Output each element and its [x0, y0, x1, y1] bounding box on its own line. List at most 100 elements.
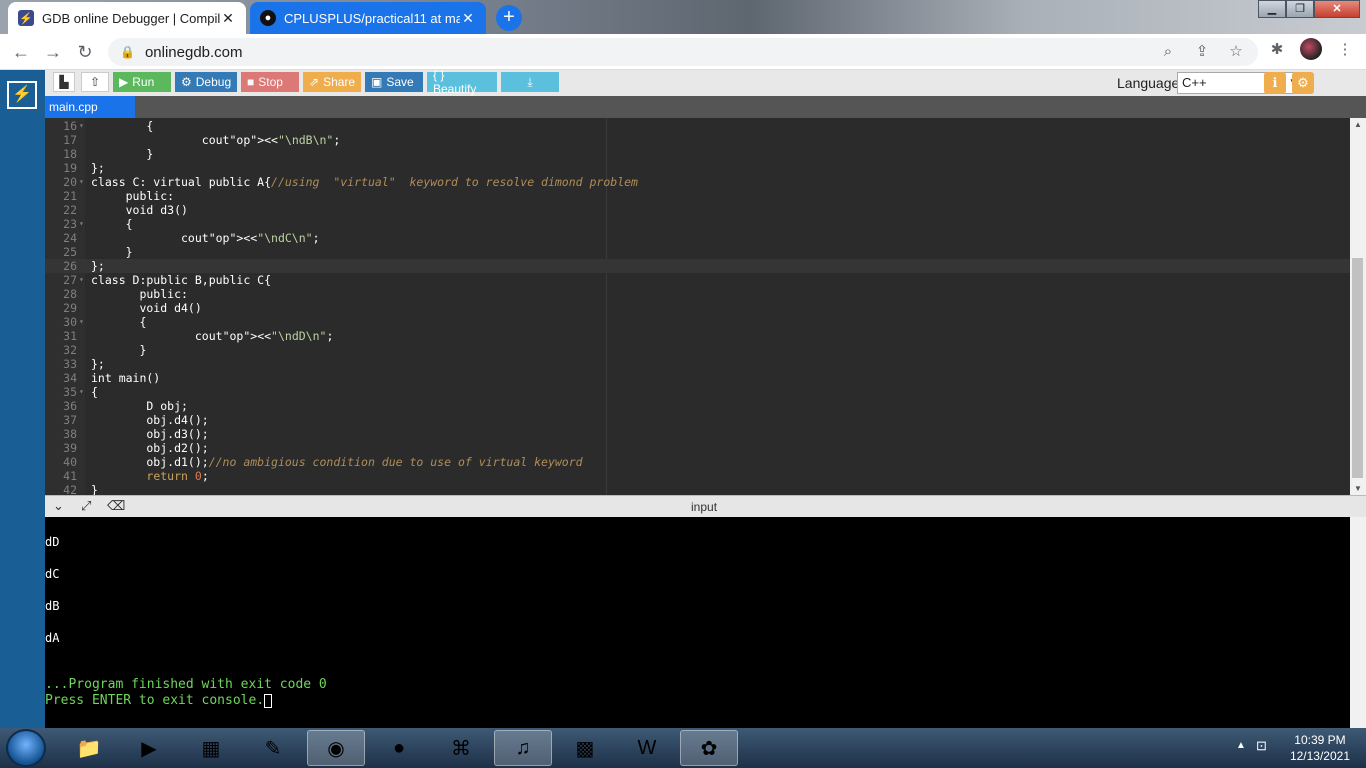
code-line[interactable]: 22 void d3()	[45, 203, 1350, 217]
debug-icon: ⚙	[181, 75, 192, 89]
extensions-puzzle-icon[interactable]: ✱	[1266, 40, 1288, 58]
run-button[interactable]: ▶ Run	[113, 72, 171, 92]
fold-arrow-icon[interactable]: ▾	[79, 175, 84, 189]
stop-button[interactable]: ■ Stop	[241, 72, 299, 92]
code-line[interactable]: 38 obj.d3();	[45, 427, 1350, 441]
profile-avatar[interactable]	[1300, 38, 1322, 60]
code-line[interactable]: 28 public:	[45, 287, 1350, 301]
maximize-button[interactable]: ❐	[1286, 0, 1314, 18]
code-line[interactable]: 25 }	[45, 245, 1350, 259]
code-line[interactable]: 24 cout"op"><<"\ndC\n";	[45, 231, 1350, 245]
code-line[interactable]: 31 cout"op"><<"\ndD\n";	[45, 329, 1350, 343]
spotify-icon[interactable]: ♫	[494, 730, 552, 766]
code-editor[interactable]: 16 ▾ {17 cout"op"><<"\ndB\n"; 18 } 19}; 20 ▾ c…	[45, 118, 1350, 495]
code-line[interactable]: 27 ▾ class D:public B,public C{	[45, 273, 1350, 287]
code-text: class D:public B,public C{	[91, 273, 272, 287]
tab-close-icon[interactable]: ✕	[460, 10, 476, 27]
new-file-icon[interactable]: ▙	[53, 72, 75, 92]
line-number: 21	[63, 189, 77, 203]
close-window-button[interactable]: ✕	[1314, 0, 1360, 18]
scroll-up-icon[interactable]: ▲	[1350, 120, 1366, 129]
expand-icon[interactable]: ⤢	[81, 498, 91, 514]
tab-close-icon[interactable]: ✕	[220, 10, 236, 27]
code-line[interactable]: 19};	[45, 161, 1350, 175]
code-line[interactable]: 21 public:	[45, 189, 1350, 203]
system-clock[interactable]: 10:39 PM 12/13/2021	[1290, 732, 1350, 764]
code-line[interactable]: 18 }	[45, 147, 1350, 161]
chrome-icon[interactable]: ◉	[307, 730, 365, 766]
line-number: 16	[63, 119, 77, 133]
codeblocks-icon[interactable]: ▦	[182, 730, 240, 766]
collapse-chevron-icon[interactable]: ⌄	[53, 498, 64, 514]
download-button[interactable]: ⤓	[501, 72, 559, 92]
code-line[interactable]: 16 ▾ {	[45, 119, 1350, 133]
start-button[interactable]	[6, 729, 46, 767]
code-line[interactable]: 33};	[45, 357, 1350, 371]
code-line[interactable]: 41 return 0;	[45, 469, 1350, 483]
line-number: 26	[63, 259, 77, 273]
word-icon[interactable]: W	[618, 730, 676, 766]
code-text: }	[91, 483, 98, 495]
fold-arrow-icon[interactable]: ▾	[79, 119, 84, 133]
fold-arrow-icon[interactable]: ▾	[79, 273, 84, 287]
share-page-icon[interactable]: ⇪	[1192, 42, 1212, 60]
code-line[interactable]: 23 ▾ {	[45, 217, 1350, 231]
beautify-button[interactable]: { } Beautify	[427, 68, 497, 96]
editor-scroll-thumb[interactable]	[1352, 258, 1363, 478]
console-output[interactable]: dD dC dB dA ...Program finished with exi…	[45, 517, 1350, 728]
code-line[interactable]: 26};	[45, 259, 1350, 273]
code-line[interactable]: 29 void d4()	[45, 301, 1350, 315]
code-line[interactable]: 37 obj.d4();	[45, 413, 1350, 427]
console-scrollbar[interactable]	[1350, 517, 1366, 728]
tray-expand-icon[interactable]: ▲	[1236, 740, 1246, 751]
code-line[interactable]: 17 cout"op"><<"\ndB\n";	[45, 133, 1350, 147]
share-button[interactable]: ⇗ Share	[303, 72, 361, 92]
paint-icon[interactable]: ✿	[680, 730, 738, 766]
code-line[interactable]: 20 ▾ class C: virtual public A{//using "vi…	[45, 175, 1350, 189]
scroll-down-icon[interactable]: ▼	[1350, 484, 1366, 493]
tab-main-cpp[interactable]: main.cpp	[45, 96, 135, 118]
save-button[interactable]: ▣ Save	[365, 72, 423, 92]
code-line[interactable]: 36 D obj;	[45, 399, 1350, 413]
code-line[interactable]: 40 obj.d1();//no ambigious condition due…	[45, 455, 1350, 469]
debug-button[interactable]: ⚙ Debug	[175, 72, 237, 92]
zoom-icon[interactable]: ⌕	[1158, 43, 1178, 60]
new-tab-button[interactable]: +	[496, 5, 522, 31]
forward-arrow-icon[interactable]: →	[42, 41, 64, 63]
code-line[interactable]: 35 ▾ {	[45, 385, 1350, 399]
fold-arrow-icon[interactable]: ▾	[79, 217, 84, 231]
sidebar-toggle-bolt-icon[interactable]: ⚡	[7, 81, 37, 109]
reload-icon[interactable]: ↻	[74, 41, 96, 63]
save-label: Save	[386, 75, 414, 89]
fold-arrow-icon[interactable]: ▾	[79, 315, 84, 329]
url-bar[interactable]: 🔒 onlinegdb.com ⌕ ⇪ ☆	[108, 38, 1258, 66]
code-line[interactable]: 32 }	[45, 343, 1350, 357]
clear-console-icon[interactable]: ⌫	[107, 498, 125, 514]
code-line[interactable]: 39 obj.d2();	[45, 441, 1350, 455]
editor-scrollbar[interactable]: ▲ ▼	[1350, 118, 1366, 495]
code-line[interactable]: 42}	[45, 483, 1350, 495]
python-icon[interactable]: ⌘	[432, 730, 490, 766]
file-explorer-icon[interactable]: 📁	[60, 730, 118, 766]
menu-dots-icon[interactable]: ⋮	[1334, 40, 1356, 58]
network-icon[interactable]: ⊡	[1256, 738, 1267, 754]
code-line[interactable]: 34 int main()	[45, 371, 1350, 385]
code-text: cout"op"><<"\ndD\n";	[91, 329, 334, 343]
line-number: 38	[63, 427, 77, 441]
media-player-icon[interactable]: ▶	[120, 730, 178, 766]
excel-icon[interactable]: ▩	[556, 730, 614, 766]
notepad-icon[interactable]: ✎	[244, 730, 302, 766]
code-line[interactable]: 30 ▾ {	[45, 315, 1350, 329]
back-arrow-icon[interactable]: ←	[10, 41, 32, 63]
input-label[interactable]: input	[691, 500, 717, 514]
bookmark-star-icon[interactable]: ☆	[1226, 42, 1246, 60]
zoom-app-icon[interactable]: ●	[370, 730, 428, 766]
upload-icon[interactable]: ⇧	[81, 72, 109, 92]
info-icon[interactable]: ℹ	[1264, 72, 1286, 94]
settings-gear-icon[interactable]: ⚙	[1292, 72, 1314, 94]
fold-arrow-icon[interactable]: ▾	[79, 385, 84, 399]
lock-icon[interactable]: 🔒	[120, 45, 135, 59]
minimize-button[interactable]: ▁	[1258, 0, 1286, 18]
tab-github[interactable]: ● CPLUSPLUS/practical11 at main ✕	[250, 2, 486, 34]
tab-gdb-online[interactable]: ⚡ GDB online Debugger | Compiler ✕	[8, 2, 246, 34]
